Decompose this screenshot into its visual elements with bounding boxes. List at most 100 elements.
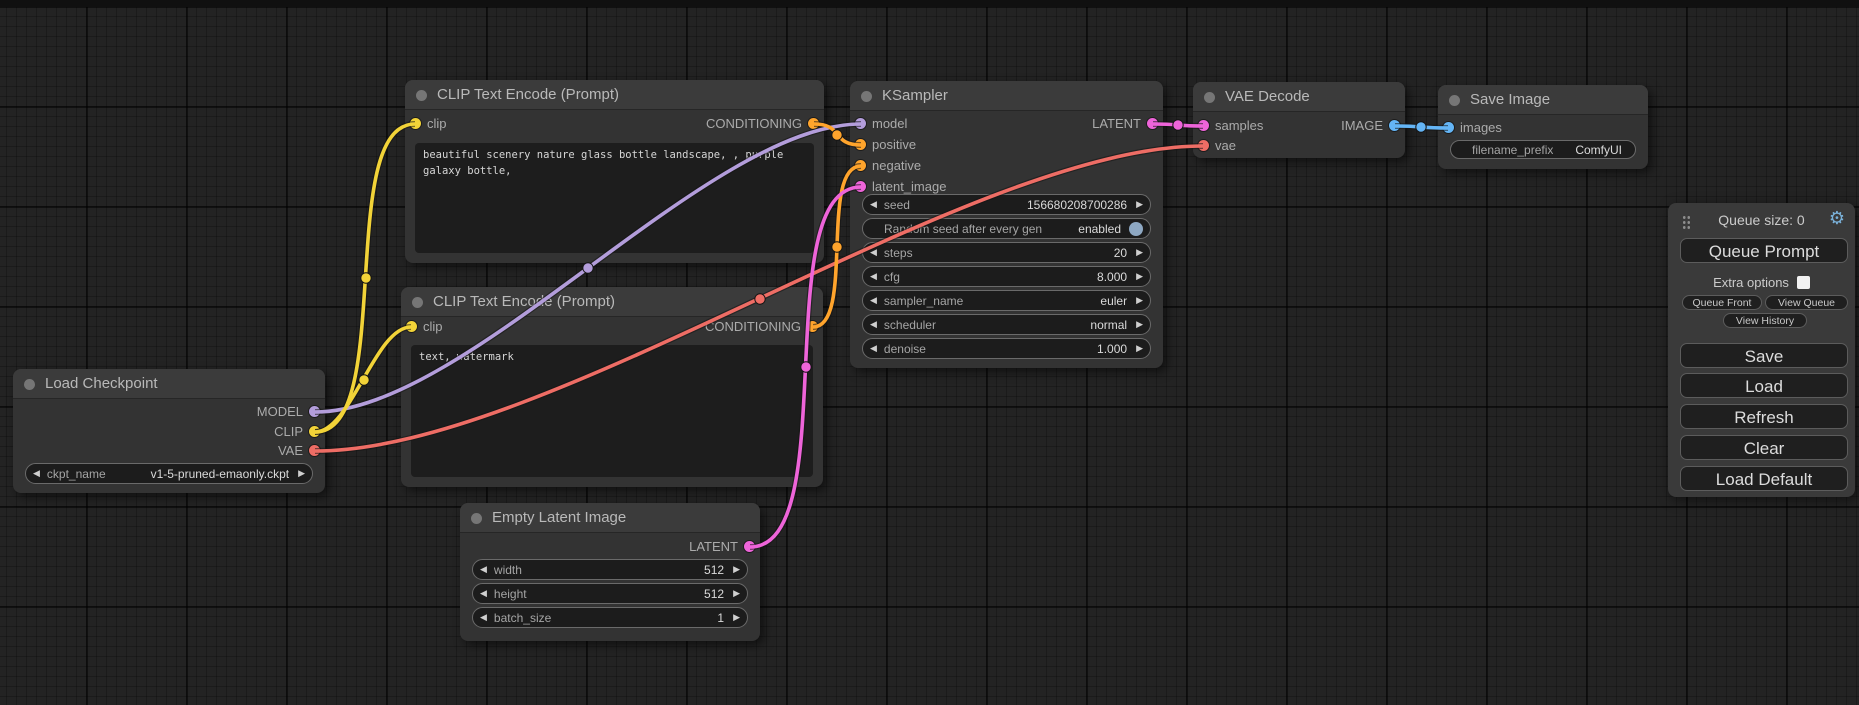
decrement-arrow-icon[interactable] (870, 344, 877, 353)
node-collapse-dot-icon[interactable] (24, 379, 35, 390)
latent-output-dot[interactable] (1147, 118, 1158, 129)
node-collapse-dot-icon[interactable] (416, 90, 427, 101)
wire-midpoint-dot (1173, 120, 1183, 130)
vae-output-dot[interactable] (309, 445, 320, 456)
seed-widget[interactable]: seed 156680208700286 (862, 194, 1151, 215)
decrement-arrow-icon[interactable] (33, 469, 40, 478)
images-input-dot[interactable] (1443, 122, 1454, 133)
samples-input-dot[interactable] (1198, 120, 1209, 131)
toggle-dot-icon[interactable] (1129, 222, 1143, 236)
increment-arrow-icon[interactable] (733, 589, 740, 598)
node-title-bar: CLIP Text Encode (Prompt) (405, 80, 824, 110)
model-input-dot[interactable] (855, 118, 866, 129)
cfg-widget[interactable]: cfg 8.000 (862, 266, 1151, 287)
increment-arrow-icon[interactable] (1136, 344, 1143, 353)
ckpt-name-widget[interactable]: ckpt_name v1-5-pruned-emaonly.ckpt (25, 463, 313, 484)
scheduler-widget[interactable]: scheduler normal (862, 314, 1151, 335)
node-clip-text-encode-negative[interactable]: CLIP Text Encode (Prompt) clip CONDITION… (401, 287, 823, 487)
node-empty-latent-image[interactable]: Empty Latent Image LATENT width 512 heig… (460, 503, 760, 641)
queue-front-button[interactable]: Queue Front (1682, 295, 1762, 310)
conditioning-output-dot[interactable] (808, 118, 819, 129)
increment-arrow-icon[interactable] (1136, 200, 1143, 209)
increment-arrow-icon[interactable] (1136, 272, 1143, 281)
load-button[interactable]: Load (1680, 373, 1848, 398)
view-history-button[interactable]: View History (1723, 313, 1807, 328)
node-clip-text-encode-positive[interactable]: CLIP Text Encode (Prompt) clip CONDITION… (405, 80, 824, 263)
clip-input-dot[interactable] (406, 321, 417, 332)
input-slot-images: images (1460, 118, 1502, 137)
clip-input-dot[interactable] (410, 118, 421, 129)
node-save-image[interactable]: Save Image images filename_prefix ComfyU… (1438, 85, 1648, 169)
width-widget[interactable]: width 512 (472, 559, 748, 580)
input-slot-model: model (872, 114, 907, 133)
node-title: KSampler (882, 87, 948, 104)
model-output-dot[interactable] (309, 406, 320, 417)
decrement-arrow-icon[interactable] (870, 248, 877, 257)
node-collapse-dot-icon[interactable] (861, 91, 872, 102)
node-load-checkpoint[interactable]: Load Checkpoint MODEL CLIP VAE ckpt_name… (13, 369, 325, 493)
increment-arrow-icon[interactable] (733, 613, 740, 622)
save-button[interactable]: Save (1680, 343, 1848, 368)
increment-arrow-icon[interactable] (1136, 248, 1143, 257)
clear-button[interactable]: Clear (1680, 435, 1848, 460)
latent-output-dot[interactable] (744, 541, 755, 552)
output-slot-latent: LATENT (689, 537, 738, 556)
vae-input-dot[interactable] (1198, 140, 1209, 151)
batch-size-widget[interactable]: batch_size 1 (472, 607, 748, 628)
increment-arrow-icon[interactable] (1136, 296, 1143, 305)
wire-midpoint-dot (832, 130, 842, 140)
conditioning-output-dot[interactable] (807, 321, 818, 332)
node-vae-decode[interactable]: VAE Decode samples vae IMAGE (1193, 82, 1405, 158)
random-seed-widget[interactable]: Random seed after every gen enabled (862, 218, 1151, 239)
extra-options-checkbox[interactable] (1797, 276, 1810, 289)
decrement-arrow-icon[interactable] (480, 565, 487, 574)
decrement-arrow-icon[interactable] (870, 200, 877, 209)
settings-gear-icon[interactable]: ⚙ (1829, 209, 1845, 227)
increment-arrow-icon[interactable] (733, 565, 740, 574)
node-collapse-dot-icon[interactable] (1449, 95, 1460, 106)
output-slot-vae: VAE (278, 441, 303, 460)
increment-arrow-icon[interactable] (1136, 320, 1143, 329)
image-output-dot[interactable] (1389, 120, 1400, 131)
node-collapse-dot-icon[interactable] (1204, 92, 1215, 103)
node-collapse-dot-icon[interactable] (412, 297, 423, 308)
decrement-arrow-icon[interactable] (480, 613, 487, 622)
queue-prompt-button[interactable]: Queue Prompt (1680, 238, 1848, 263)
negative-input-dot[interactable] (855, 160, 866, 171)
node-title: CLIP Text Encode (Prompt) (433, 293, 615, 310)
prompt-textarea[interactable]: beautiful scenery nature glass bottle la… (415, 143, 814, 253)
filename-prefix-widget[interactable]: filename_prefix ComfyUI (1450, 140, 1636, 159)
output-slot-latent: LATENT (1092, 114, 1141, 133)
decrement-arrow-icon[interactable] (870, 272, 877, 281)
view-queue-button[interactable]: View Queue (1765, 295, 1848, 310)
node-graph-canvas[interactable]: Load Checkpoint MODEL CLIP VAE ckpt_name… (0, 0, 1859, 705)
positive-input-dot[interactable] (855, 139, 866, 150)
decrement-arrow-icon[interactable] (870, 320, 877, 329)
sampler-name-widget[interactable]: sampler_name euler (862, 290, 1151, 311)
increment-arrow-icon[interactable] (298, 469, 305, 478)
refresh-button[interactable]: Refresh (1680, 404, 1848, 429)
load-default-button[interactable]: Load Default (1680, 466, 1848, 491)
height-widget[interactable]: height 512 (472, 583, 748, 604)
output-slot-conditioning: CONDITIONING (706, 114, 802, 133)
queue-panel: Queue size: 0 ⚙ Queue Prompt Extra optio… (1668, 203, 1855, 497)
canvas-edge (0, 0, 1859, 7)
node-ksampler[interactable]: KSampler model positive negative latent_… (850, 81, 1163, 368)
denoise-widget[interactable]: denoise 1.000 (862, 338, 1151, 359)
node-collapse-dot-icon[interactable] (471, 513, 482, 524)
wire-clip-positive (315, 124, 415, 432)
input-slot-positive: positive (872, 135, 916, 154)
latent-input-dot[interactable] (855, 181, 866, 192)
node-title-bar: Load Checkpoint (13, 369, 325, 399)
node-title: Load Checkpoint (45, 375, 158, 392)
node-title-bar: Empty Latent Image (460, 503, 760, 533)
decrement-arrow-icon[interactable] (870, 296, 877, 305)
wire-midpoint-dot (359, 375, 369, 385)
node-title-bar: KSampler (850, 81, 1163, 111)
node-title-bar: Save Image (1438, 85, 1648, 115)
decrement-arrow-icon[interactable] (480, 589, 487, 598)
steps-widget[interactable]: steps 20 (862, 242, 1151, 263)
prompt-textarea[interactable]: text, watermark (411, 345, 813, 477)
clip-output-dot[interactable] (309, 426, 320, 437)
node-title-bar: CLIP Text Encode (Prompt) (401, 287, 823, 317)
